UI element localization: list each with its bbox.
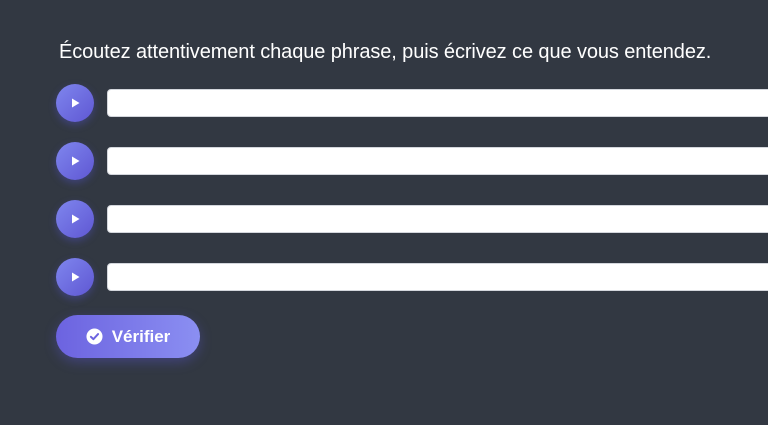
play-button-1[interactable]	[56, 84, 94, 122]
play-button-3[interactable]	[56, 200, 94, 238]
sentence-row-1	[56, 84, 768, 122]
instruction-text: Écoutez attentivement chaque phrase, pui…	[59, 41, 712, 63]
answer-input-2[interactable]	[107, 147, 768, 175]
answer-input-1[interactable]	[107, 89, 768, 117]
answer-input-4[interactable]	[107, 263, 768, 291]
play-button-4[interactable]	[56, 258, 94, 296]
sentence-row-3	[56, 200, 768, 238]
play-icon	[69, 155, 81, 167]
play-icon	[69, 271, 81, 283]
answer-input-3[interactable]	[107, 205, 768, 233]
dictation-exercise: Écoutez attentivement chaque phrase, pui…	[0, 0, 768, 425]
sentence-list	[56, 84, 768, 316]
check-circle-icon	[86, 328, 103, 345]
verify-button-label: Vérifier	[111, 326, 171, 346]
sentence-row-4	[56, 258, 768, 296]
verify-button[interactable]: Vérifier	[56, 315, 200, 358]
sentence-row-2	[56, 142, 768, 180]
play-icon	[69, 213, 81, 225]
play-icon	[69, 97, 81, 109]
play-button-2[interactable]	[56, 142, 94, 180]
